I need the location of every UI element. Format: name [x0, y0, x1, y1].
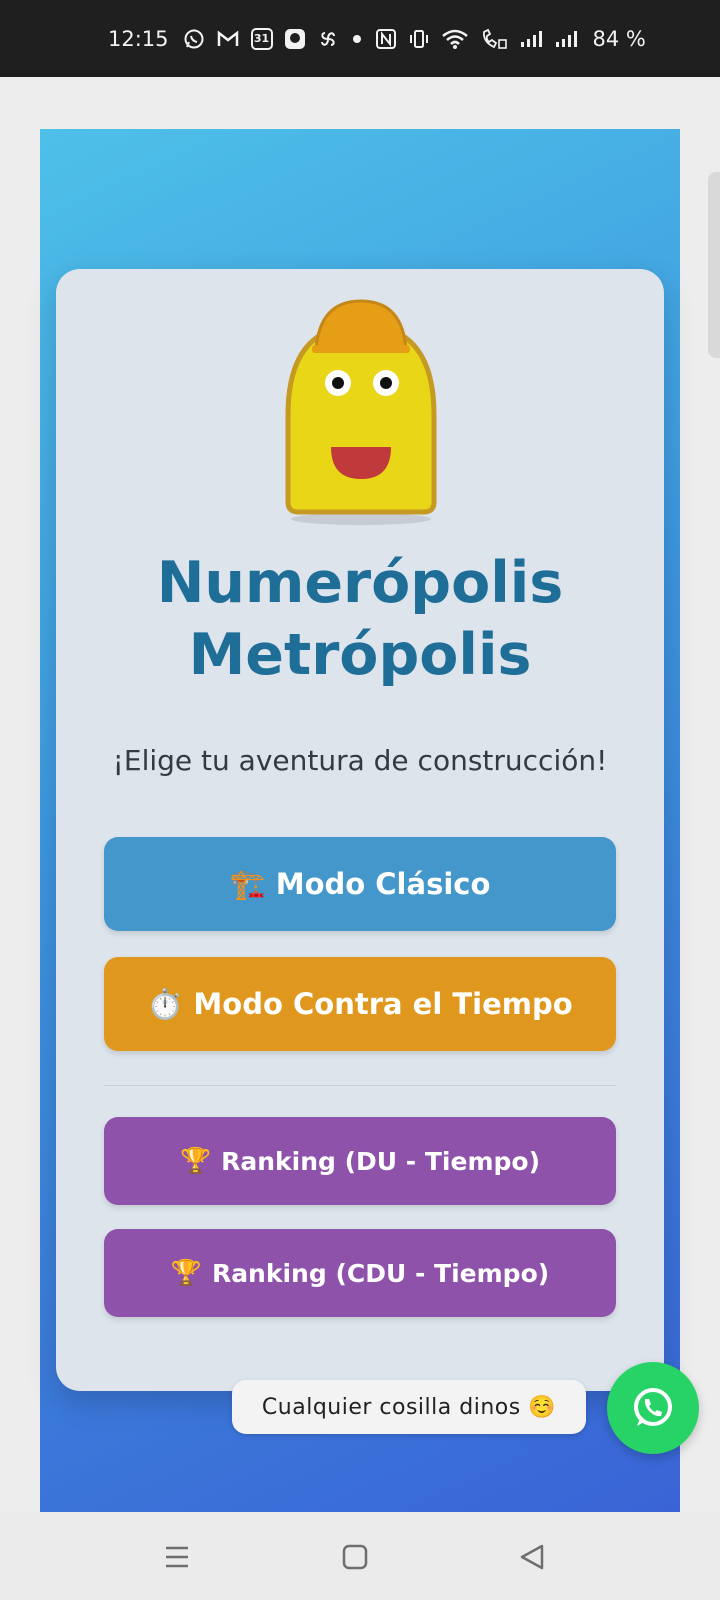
stopwatch-icon: ⏱️	[147, 986, 184, 1021]
subtitle: ¡Elige tu aventura de construcción!	[112, 744, 608, 777]
pinwheel-icon	[317, 27, 339, 51]
ranking-cdu-label: Ranking (CDU - Tiempo)	[211, 1258, 550, 1288]
dot-icon	[350, 27, 364, 51]
menu-icon[interactable]	[152, 1532, 202, 1582]
app-icon	[284, 27, 306, 51]
scrollbar-thumb[interactable]	[708, 172, 720, 358]
signal-icon	[554, 27, 578, 51]
trophy-icon: 🏆	[179, 1146, 212, 1175]
wifi-icon	[441, 27, 469, 51]
whatsapp-chat-button[interactable]	[607, 1362, 699, 1454]
time-mode-label: Modo Contra el Tiempo	[193, 987, 573, 1021]
gmail-icon	[216, 27, 240, 51]
divider	[104, 1085, 616, 1086]
signal-icon	[519, 27, 543, 51]
calendar-icon: 31	[250, 27, 273, 50]
mascot-builder-icon	[285, 299, 437, 525]
status-bar: 12:15 31 84 %	[0, 0, 720, 77]
trophy-icon: 🏆	[170, 1258, 202, 1287]
classic-mode-button[interactable]: 🏗️ Modo Clásico	[104, 837, 616, 931]
app-title: Numerópolis Metrópolis	[156, 550, 564, 688]
back-icon[interactable]	[508, 1532, 558, 1582]
vibrate-icon	[408, 27, 430, 51]
app-frame: Numerópolis Metrópolis ¡Elige tu aventur…	[40, 129, 680, 1512]
ranking-cdu-button[interactable]: 🏆 Ranking (CDU - Tiempo)	[104, 1229, 616, 1317]
time-mode-button[interactable]: ⏱️ Modo Contra el Tiempo	[104, 957, 616, 1051]
navigation-bar	[0, 1512, 720, 1600]
whatsapp-icon	[634, 1388, 672, 1426]
whatsapp-icon	[183, 27, 205, 51]
crane-icon: 🏗️	[229, 866, 266, 901]
wifi-call-icon	[480, 27, 508, 51]
status-time: 12:15	[108, 26, 169, 51]
home-icon[interactable]	[330, 1532, 380, 1582]
nfc-icon	[375, 27, 397, 51]
ranking-du-label: Ranking (DU - Tiempo)	[221, 1146, 541, 1176]
battery-level: 84 %	[592, 26, 646, 51]
classic-mode-label: Modo Clásico	[275, 867, 491, 901]
ranking-du-button[interactable]: 🏆 Ranking (DU - Tiempo)	[104, 1117, 616, 1205]
web-page: Numerópolis Metrópolis ¡Elige tu aventur…	[0, 77, 720, 1512]
whatsapp-tooltip[interactable]: Cualquier cosilla dinos ☺️	[232, 1380, 586, 1434]
main-menu-card: Numerópolis Metrópolis ¡Elige tu aventur…	[56, 269, 664, 1391]
